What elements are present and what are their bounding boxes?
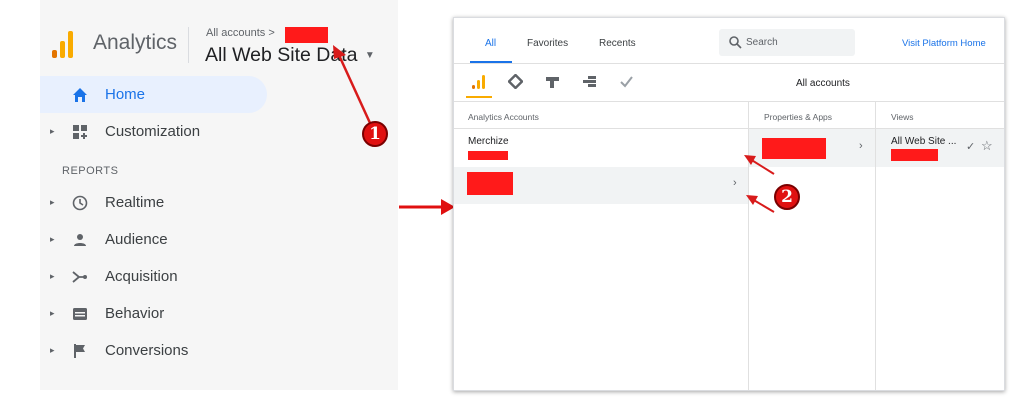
expand-caret-icon: ▸	[50, 197, 55, 207]
nav-label-home: Home	[105, 86, 146, 103]
chevron-right-icon: ›	[733, 177, 737, 189]
nav-label-acquisition: Acquisition	[105, 268, 178, 285]
nav-item-audience[interactable]: ▸ Audience	[40, 221, 398, 258]
current-level-label: All accounts	[796, 78, 850, 89]
check-icon: ✓	[966, 141, 976, 153]
merge-icon	[70, 267, 90, 287]
view-name: All Web Site ...	[891, 136, 957, 147]
nav-label-realtime: Realtime	[105, 194, 165, 211]
nav-item-acquisition[interactable]: ▸ Acquisition	[40, 258, 398, 295]
nav-item-realtime[interactable]: ▸ Realtime	[40, 184, 398, 221]
account-name: Merchize	[468, 136, 509, 147]
account-picker-popup: All Favorites Recents Search Visit Platf…	[453, 17, 1005, 391]
column-header-accounts: Analytics Accounts	[468, 112, 539, 122]
nav-label-conversions: Conversions	[105, 342, 189, 359]
search-box[interactable]: Search	[719, 29, 855, 56]
nav-label-audience: Audience	[105, 231, 168, 248]
redacted-account-name	[467, 172, 513, 195]
account-row[interactable]: Merchize	[454, 129, 748, 167]
divider	[454, 63, 1004, 64]
clock-icon	[70, 193, 90, 213]
tab-all[interactable]: All	[485, 38, 496, 49]
redacted-account-id	[468, 151, 508, 160]
expand-caret-icon: ▸	[50, 234, 55, 244]
nav-label-customization: Customization	[105, 123, 201, 140]
app-title: Analytics	[93, 31, 178, 54]
pointer-arrow-right	[399, 199, 455, 215]
search-placeholder: Search	[746, 37, 778, 48]
nav-item-behavior[interactable]: ▸ Behavior	[40, 295, 398, 332]
surveys-check-icon[interactable]	[619, 74, 634, 89]
account-row-selected[interactable]: ›	[454, 167, 748, 204]
data-studio-icon[interactable]	[582, 74, 597, 89]
nav-item-conversions[interactable]: ▸ Conversions	[40, 332, 398, 369]
chevron-right-icon: ›	[859, 140, 863, 152]
breadcrumb[interactable]: All accounts >	[206, 27, 275, 39]
reports-header: REPORTS	[62, 165, 119, 177]
search-icon	[729, 36, 742, 49]
expand-caret-icon: ▸	[50, 271, 55, 281]
flag-icon	[70, 341, 90, 361]
divider	[454, 101, 1004, 102]
expand-caret-icon: ▸	[50, 308, 55, 318]
analytics-logo-icon	[52, 30, 76, 58]
window-icon	[70, 304, 90, 324]
dashboard-icon	[70, 122, 90, 142]
expand-caret-icon: ▸	[50, 345, 55, 355]
tag-manager-icon[interactable]	[508, 74, 523, 89]
optimize-icon[interactable]	[545, 74, 560, 89]
home-icon	[70, 85, 90, 105]
view-row[interactable]: All Web Site ... ✓ ☆	[876, 129, 1004, 167]
nav-label-behavior: Behavior	[105, 305, 165, 322]
visit-platform-home-link[interactable]: Visit Platform Home	[902, 38, 986, 49]
title-divider	[188, 27, 189, 63]
redacted-account-name	[285, 27, 328, 43]
annotation-badge-2: 2	[774, 184, 800, 210]
annotation-badge-1: 1	[362, 121, 388, 147]
level-icon-underline	[466, 96, 492, 98]
person-icon	[70, 230, 90, 250]
column-header-properties: Properties & Apps	[764, 112, 833, 122]
expand-caret-icon: ▸	[50, 126, 55, 136]
redacted-view-id	[891, 149, 938, 161]
star-icon[interactable]: ☆	[981, 138, 993, 154]
analytics-level-icon[interactable]	[472, 75, 486, 89]
tab-favorites[interactable]: Favorites	[527, 38, 568, 49]
column-header-views: Views	[891, 112, 914, 122]
tab-recents[interactable]: Recents	[599, 38, 636, 49]
